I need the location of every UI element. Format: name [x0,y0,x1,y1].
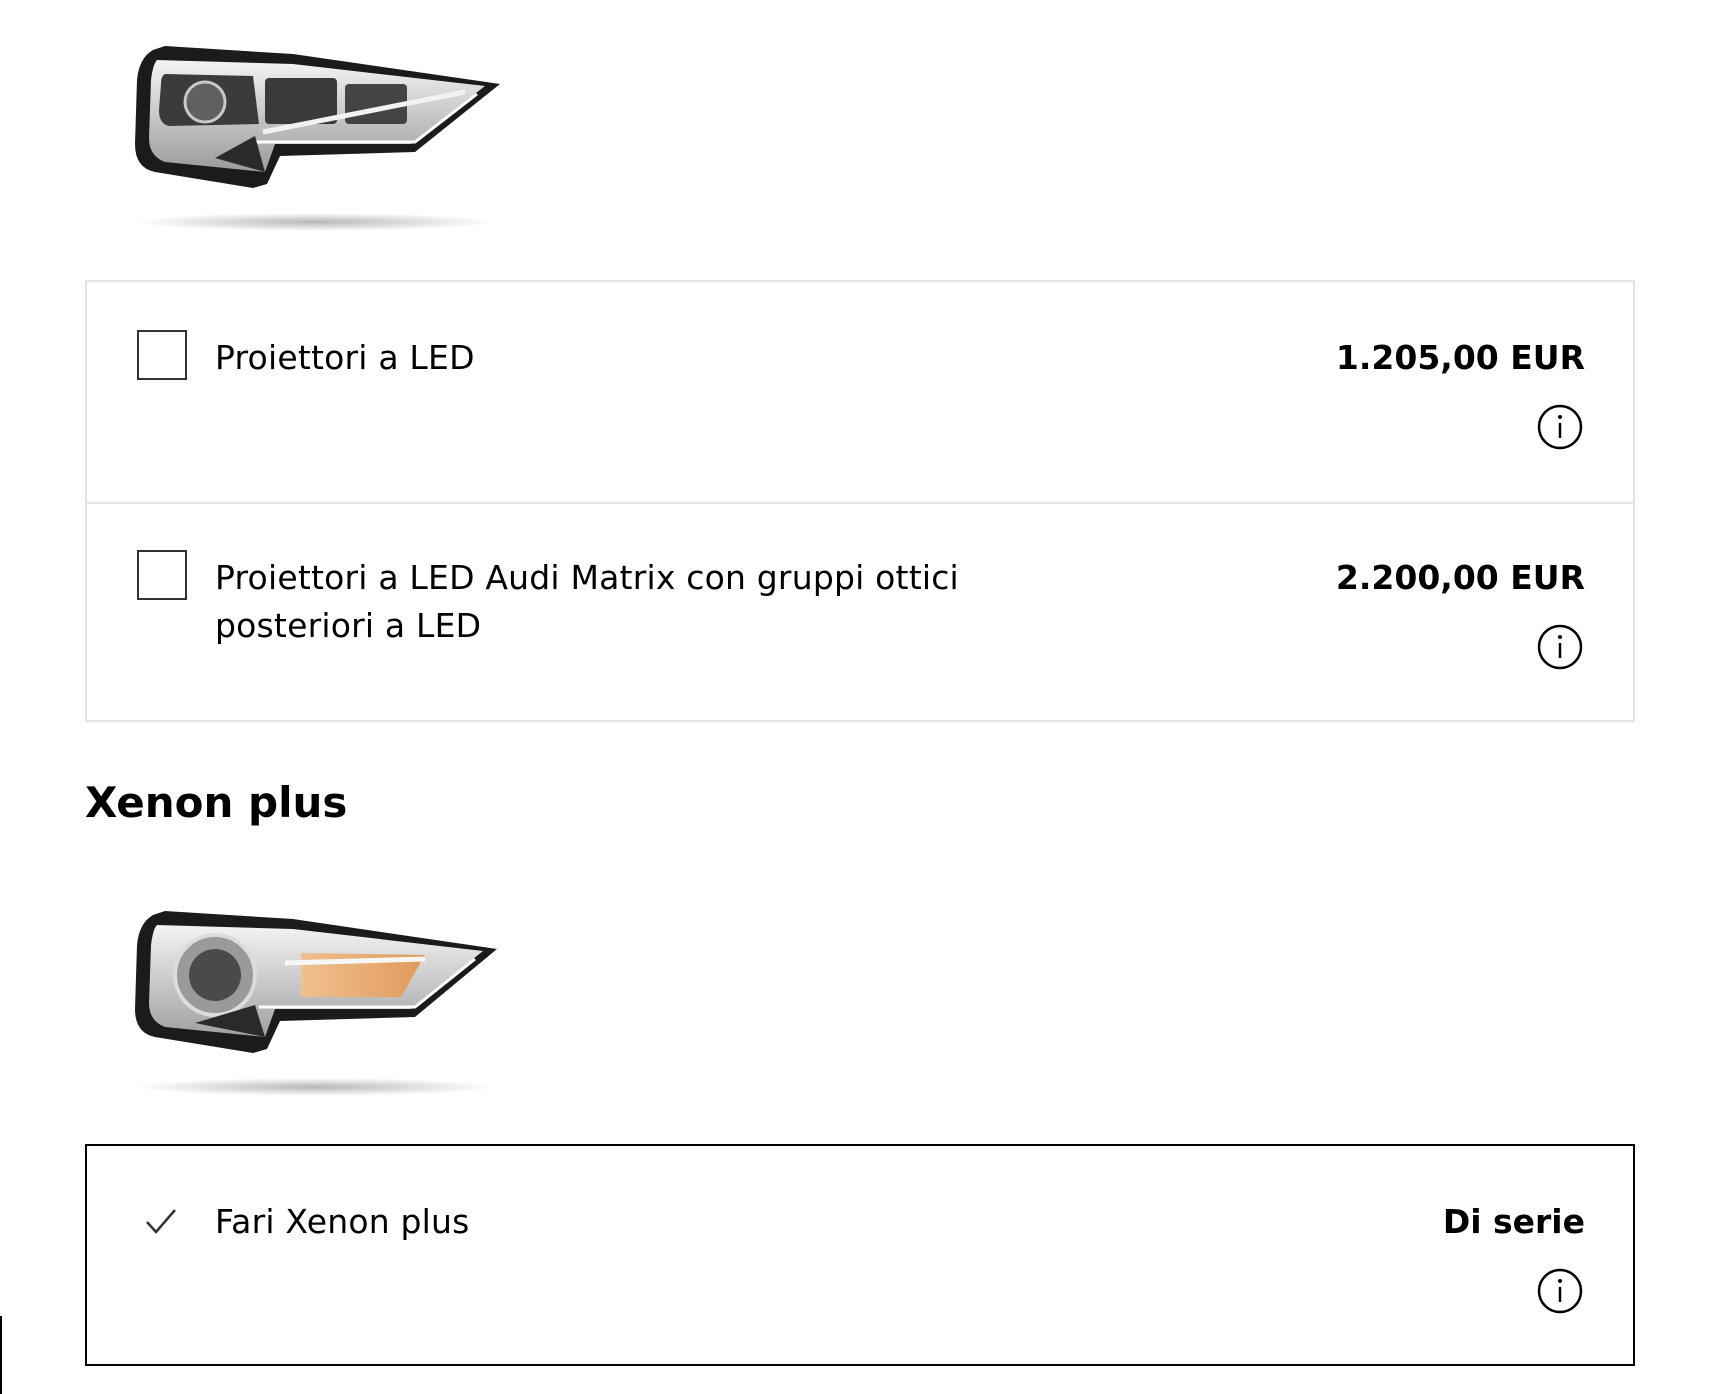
option-row-xenon[interactable]: Fari Xenon plus Di serie [87,1146,1633,1366]
option-label: Fari Xenon plus [215,1202,470,1241]
option-label: Proiettori a LED Audi Matrix con gruppi … [215,558,959,645]
led-matrix-checkbox[interactable] [137,550,187,600]
option-row-led-matrix[interactable]: Proiettori a LED Audi Matrix con gruppi … [87,502,1633,722]
option-label: Proiettori a LED [215,338,475,377]
info-icon[interactable] [1537,1268,1583,1314]
section-title: Xenon plus [85,778,348,827]
led-checkbox[interactable] [137,330,187,380]
led-options-group: Proiettori a LED 1.205,00 EUR Proiettori… [85,280,1635,722]
option-row-led[interactable]: Proiettori a LED 1.205,00 EUR [87,282,1633,504]
info-icon[interactable] [1537,624,1583,670]
xenon-options-group: Fari Xenon plus Di serie [85,1144,1635,1366]
checkmark-icon [146,1209,176,1234]
led-headlight-image [135,46,500,231]
page-edge-bar [0,1316,2,1394]
option-price: 1.205,00 EUR [1335,338,1585,377]
info-icon[interactable] [1537,404,1583,450]
xenon-headlight-image [135,911,497,1096]
option-price: Di serie [1442,1202,1585,1241]
option-price: 2.200,00 EUR [1335,558,1585,597]
